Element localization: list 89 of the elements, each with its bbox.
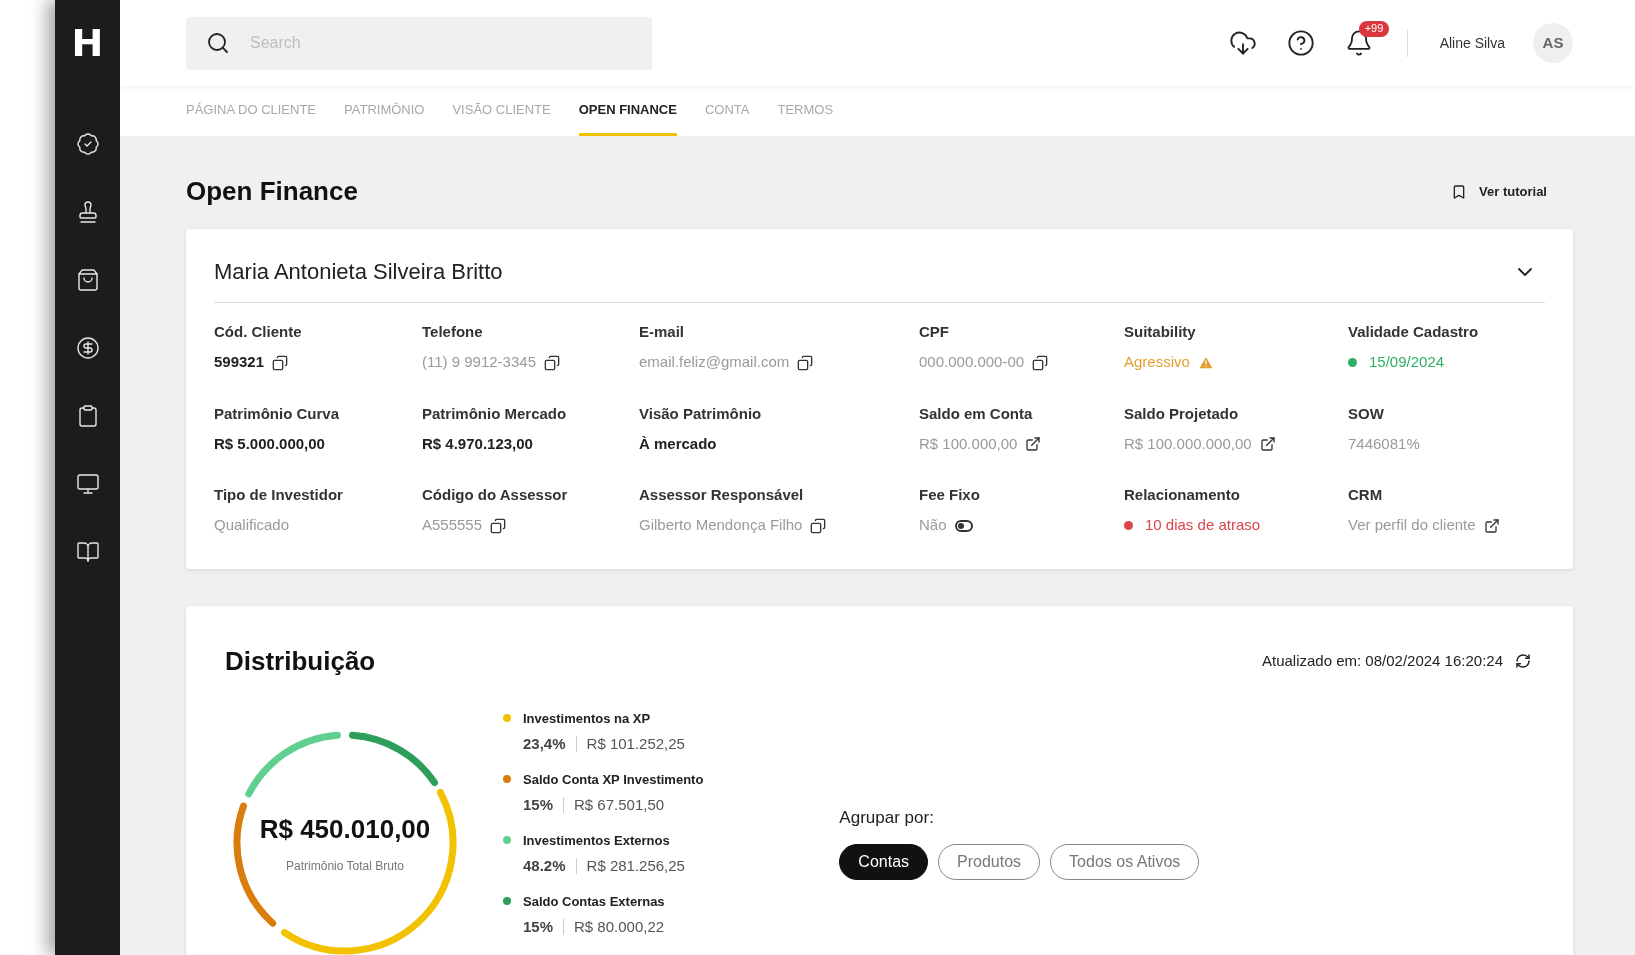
copy-icon[interactable] bbox=[1032, 354, 1049, 371]
group-by-label: Agrupar por: bbox=[839, 806, 935, 829]
field-value: R$ 4.970.123,00 bbox=[422, 433, 533, 454]
field-value: 599321 bbox=[214, 352, 265, 373]
copy-icon[interactable] bbox=[810, 517, 827, 534]
field-label: Patrimônio Curva bbox=[214, 403, 341, 424]
field-value: R$ 5.000.000,00 bbox=[214, 433, 325, 454]
field-value: Qualificado bbox=[214, 515, 290, 536]
legend-amount: R$ 67.501,50 bbox=[574, 795, 665, 815]
badge-check-icon[interactable] bbox=[75, 132, 100, 156]
bag-icon[interactable] bbox=[75, 268, 100, 292]
tab[interactable]: VISÃO CLIENTE bbox=[452, 86, 551, 136]
field-value: email.feliz@gmail.com bbox=[639, 352, 790, 373]
external-link-icon[interactable] bbox=[1259, 436, 1276, 452]
legend-percent: 15% bbox=[523, 795, 554, 815]
field-value: 7446081% bbox=[1348, 433, 1420, 454]
field-label: Código do Assessor bbox=[422, 485, 569, 505]
field-label: Cód. Cliente bbox=[214, 322, 303, 342]
field-value: Não bbox=[919, 515, 947, 536]
updated-timestamp: Atualizado em: 08/02/2024 16:20:24 bbox=[1261, 650, 1503, 671]
field-value: Ver perfil do cliente bbox=[1348, 515, 1476, 536]
user-avatar[interactable]: AS bbox=[1533, 23, 1573, 63]
warning-icon bbox=[1197, 354, 1214, 371]
notification-badge: +99 bbox=[1358, 21, 1390, 37]
field-value: Agressivo bbox=[1124, 352, 1190, 373]
field-label: Tipo de Investidor bbox=[214, 485, 344, 505]
tab[interactable]: CONTA bbox=[704, 86, 750, 136]
total-label: Patrimônio Total Bruto bbox=[286, 858, 404, 875]
field-label: CPF bbox=[919, 322, 950, 342]
field-value: À mercado bbox=[639, 433, 717, 454]
legend-label: Investimentos na XP bbox=[523, 709, 652, 728]
legend-label: Saldo Conta XP Investimento bbox=[523, 770, 704, 789]
legend-label: Saldo Contas Externas bbox=[523, 892, 665, 911]
legend-amount: R$ 101.252,25 bbox=[586, 734, 685, 754]
group-by-option[interactable]: Produtos bbox=[938, 844, 1041, 880]
tutorial-link[interactable]: Ver tutorial bbox=[1451, 181, 1547, 202]
field-label: Saldo em Conta bbox=[919, 403, 1034, 424]
book-icon[interactable] bbox=[75, 540, 100, 564]
field-label: Patrimônio Mercado bbox=[422, 403, 568, 424]
field-value: (11) 9 9912-3345 bbox=[422, 352, 536, 373]
field-label: Fee Fixo bbox=[919, 485, 981, 505]
field-value: R$ 100.000,00 bbox=[919, 433, 1018, 454]
page-title: Open Finance bbox=[186, 175, 358, 208]
tab[interactable]: PÁGINA DO CLIENTE bbox=[186, 86, 317, 136]
search-icon bbox=[206, 30, 230, 55]
field-label: Telefone bbox=[422, 322, 484, 342]
field-label: Assessor Responsável bbox=[639, 485, 805, 505]
legend-label: Investimentos Externos bbox=[523, 831, 671, 850]
refresh-icon[interactable] bbox=[1515, 653, 1531, 669]
help-icon[interactable] bbox=[1286, 29, 1315, 57]
user-name[interactable]: Aline Silva bbox=[1439, 32, 1505, 54]
field-label: Visão Patrimônio bbox=[639, 403, 763, 424]
legend-percent: 48.2% bbox=[523, 856, 566, 876]
tab[interactable]: PATRIMÔNIO bbox=[344, 86, 425, 136]
external-link-icon[interactable] bbox=[1025, 436, 1042, 452]
group-by-option[interactable]: Todos os Ativos bbox=[1050, 844, 1200, 880]
legend-amount: R$ 80.000,22 bbox=[574, 917, 665, 937]
tab[interactable]: TERMOS bbox=[777, 86, 834, 136]
logo[interactable]: H bbox=[71, 24, 104, 62]
field-label: Saldo Projetado bbox=[1124, 403, 1240, 424]
field-label: CRM bbox=[1348, 485, 1384, 505]
field-label: Validade Cadastro bbox=[1348, 322, 1480, 342]
cloud-download-icon[interactable] bbox=[1228, 29, 1257, 57]
field-label: SOW bbox=[1348, 403, 1385, 424]
monitor-icon[interactable] bbox=[75, 472, 100, 496]
group-by-option[interactable]: Contas bbox=[839, 844, 929, 880]
legend-amount: R$ 281.256,25 bbox=[586, 856, 685, 876]
field-value: 10 dias de atraso bbox=[1145, 515, 1261, 536]
total-amount: R$ 450.010,00 bbox=[259, 813, 431, 846]
legend-percent: 23,4% bbox=[523, 734, 566, 754]
toggle-switch[interactable] bbox=[954, 519, 973, 532]
external-link-icon[interactable] bbox=[1483, 517, 1500, 534]
client-name: Maria Antonieta Silveira Britto bbox=[214, 258, 503, 286]
field-label: E-mail bbox=[639, 322, 685, 342]
legend-percent: 15% bbox=[523, 917, 554, 937]
field-label: Suitability bbox=[1124, 322, 1197, 342]
copy-icon[interactable] bbox=[797, 354, 814, 371]
copy-icon[interactable] bbox=[490, 517, 507, 534]
field-value: 15/09/2024 bbox=[1369, 352, 1445, 373]
section-title: Distribuição bbox=[225, 644, 376, 678]
copy-icon[interactable] bbox=[544, 354, 560, 371]
field-label: Relacionamento bbox=[1124, 485, 1241, 505]
field-value: R$ 100.000.000,00 bbox=[1124, 433, 1252, 454]
field-value: 000.000.000-00 bbox=[919, 352, 1025, 373]
tab[interactable]: OPEN FINANCE bbox=[578, 86, 677, 136]
field-value: Gilberto Mendonça Filho bbox=[639, 515, 803, 536]
copy-icon[interactable] bbox=[272, 354, 289, 371]
dollar-icon[interactable] bbox=[75, 336, 100, 360]
field-value: A555555 bbox=[422, 515, 483, 536]
